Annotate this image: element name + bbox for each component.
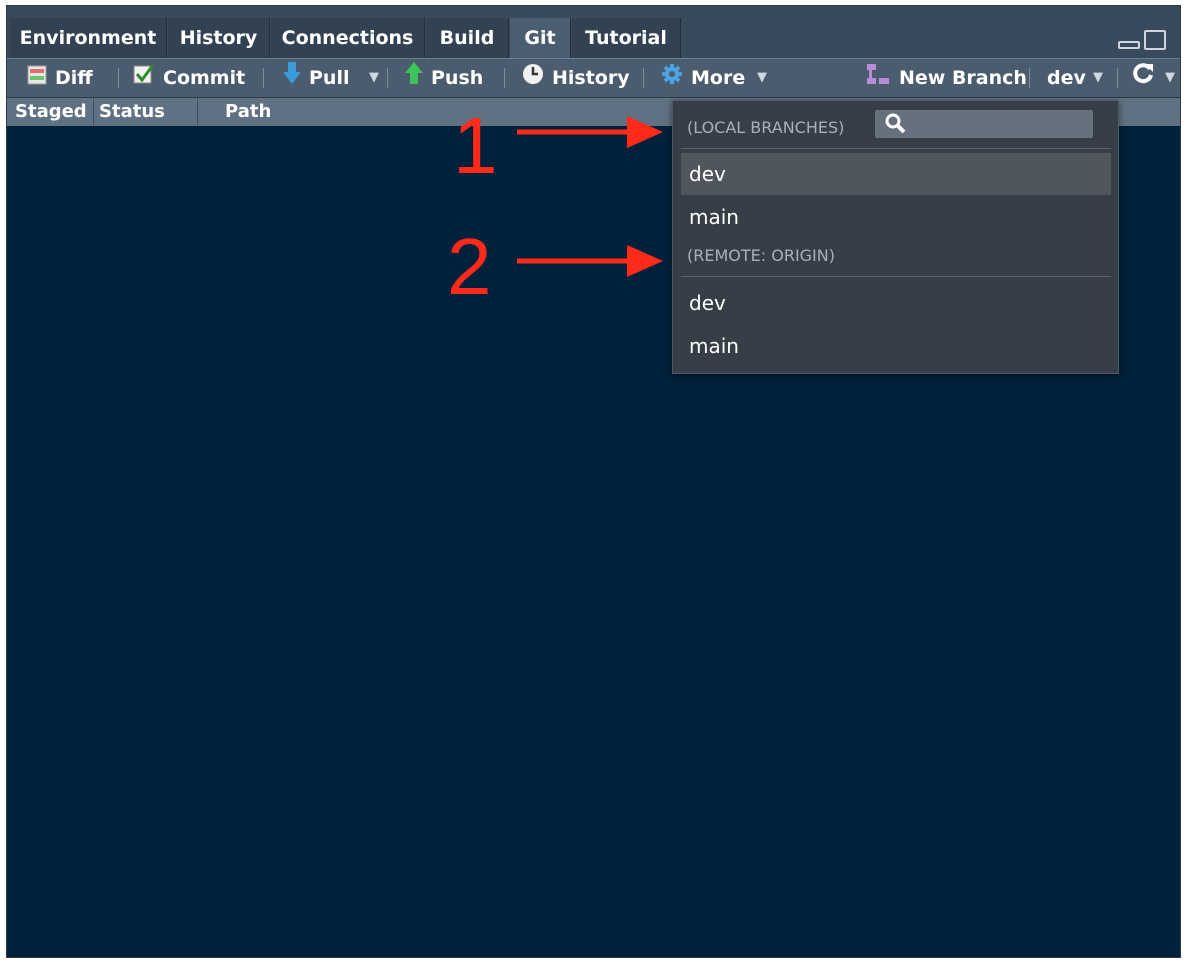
diff-button[interactable]: Diff (27, 59, 93, 97)
toolbar-divider (1029, 68, 1030, 88)
clock-icon (522, 60, 544, 98)
diff-label: Diff (55, 67, 93, 89)
annotation-arrow-2 (517, 245, 663, 277)
remote-origin-heading: (REMOTE: ORIGIN) (687, 246, 835, 265)
refresh-chevron-icon[interactable]: ▼ (1165, 59, 1175, 97)
current-branch-label: dev (1047, 67, 1086, 89)
tab-build[interactable]: Build (426, 18, 509, 58)
toolbar-divider (118, 68, 119, 88)
push-label: Push (431, 67, 484, 89)
local-branch-main[interactable]: main (681, 196, 1111, 238)
pull-label: Pull (309, 67, 350, 89)
annotation-arrow-1 (517, 116, 663, 148)
column-header-staged[interactable]: Staged (15, 98, 87, 126)
more-chevron-icon[interactable]: ▼ (757, 59, 767, 97)
menu-divider (681, 148, 1111, 149)
maximize-pane-icon[interactable] (1144, 30, 1166, 50)
diff-icon (27, 60, 47, 98)
remote-branch-dev[interactable]: dev (681, 282, 1111, 324)
commit-checkbox-icon (133, 60, 155, 98)
new-branch-button[interactable]: New Branch (865, 59, 1027, 97)
local-branch-dev[interactable]: dev (681, 153, 1111, 195)
pull-button[interactable]: Pull (283, 59, 349, 97)
tab-history[interactable]: History (168, 18, 270, 58)
pane-tab-bar: Environment History Connections Build Gi… (7, 6, 1180, 58)
push-arrow-icon (405, 60, 423, 98)
tab-environment[interactable]: Environment (10, 18, 167, 58)
branch-icon (865, 60, 891, 98)
menu-divider (681, 276, 1111, 277)
toolbar-divider (1117, 68, 1118, 88)
pull-arrow-icon (283, 60, 301, 98)
tab-connections[interactable]: Connections (271, 18, 425, 58)
column-divider (197, 98, 198, 126)
column-header-status[interactable]: Status (99, 98, 165, 126)
git-pane: Environment History Connections Build Gi… (6, 5, 1181, 958)
refresh-button[interactable] (1131, 59, 1163, 97)
remote-branch-main[interactable]: main (681, 325, 1111, 367)
pull-options-chevron-icon[interactable]: ▼ (369, 59, 379, 97)
push-button[interactable]: Push (405, 59, 483, 97)
annotation-number-2: 2 (447, 222, 492, 311)
toolbar-divider (643, 68, 644, 88)
gear-icon (661, 60, 683, 98)
new-branch-label: New Branch (899, 67, 1027, 89)
toolbar-divider (387, 68, 388, 88)
git-toolbar: Diff Commit Pull ▼ Push History More ▼ N… (7, 58, 1180, 98)
local-branches-heading: (LOCAL BRANCHES) (687, 118, 845, 137)
column-divider (93, 98, 94, 126)
tab-tutorial[interactable]: Tutorial (572, 18, 681, 58)
refresh-icon (1131, 60, 1155, 98)
commit-button[interactable]: Commit (133, 59, 245, 97)
history-button[interactable]: History (522, 59, 630, 97)
tab-git[interactable]: Git (510, 18, 571, 58)
branch-selector-chevron-icon[interactable]: ▼ (1093, 59, 1103, 97)
toolbar-divider (504, 68, 505, 88)
history-label: History (552, 67, 630, 89)
branch-search-input[interactable] (875, 110, 1093, 138)
more-label: More (691, 67, 746, 89)
window-controls (1118, 30, 1170, 52)
annotation-number-1: 1 (453, 101, 498, 190)
column-header-path[interactable]: Path (225, 98, 271, 126)
search-icon (885, 113, 907, 139)
branch-dropdown-menu: (LOCAL BRANCHES) dev main (REMOTE: ORIGI… (672, 100, 1119, 374)
toolbar-divider (263, 68, 264, 88)
minimize-pane-icon[interactable] (1118, 41, 1140, 49)
commit-label: Commit (163, 67, 246, 89)
more-button[interactable]: More (661, 59, 745, 97)
branch-selector[interactable]: dev (1047, 59, 1086, 97)
